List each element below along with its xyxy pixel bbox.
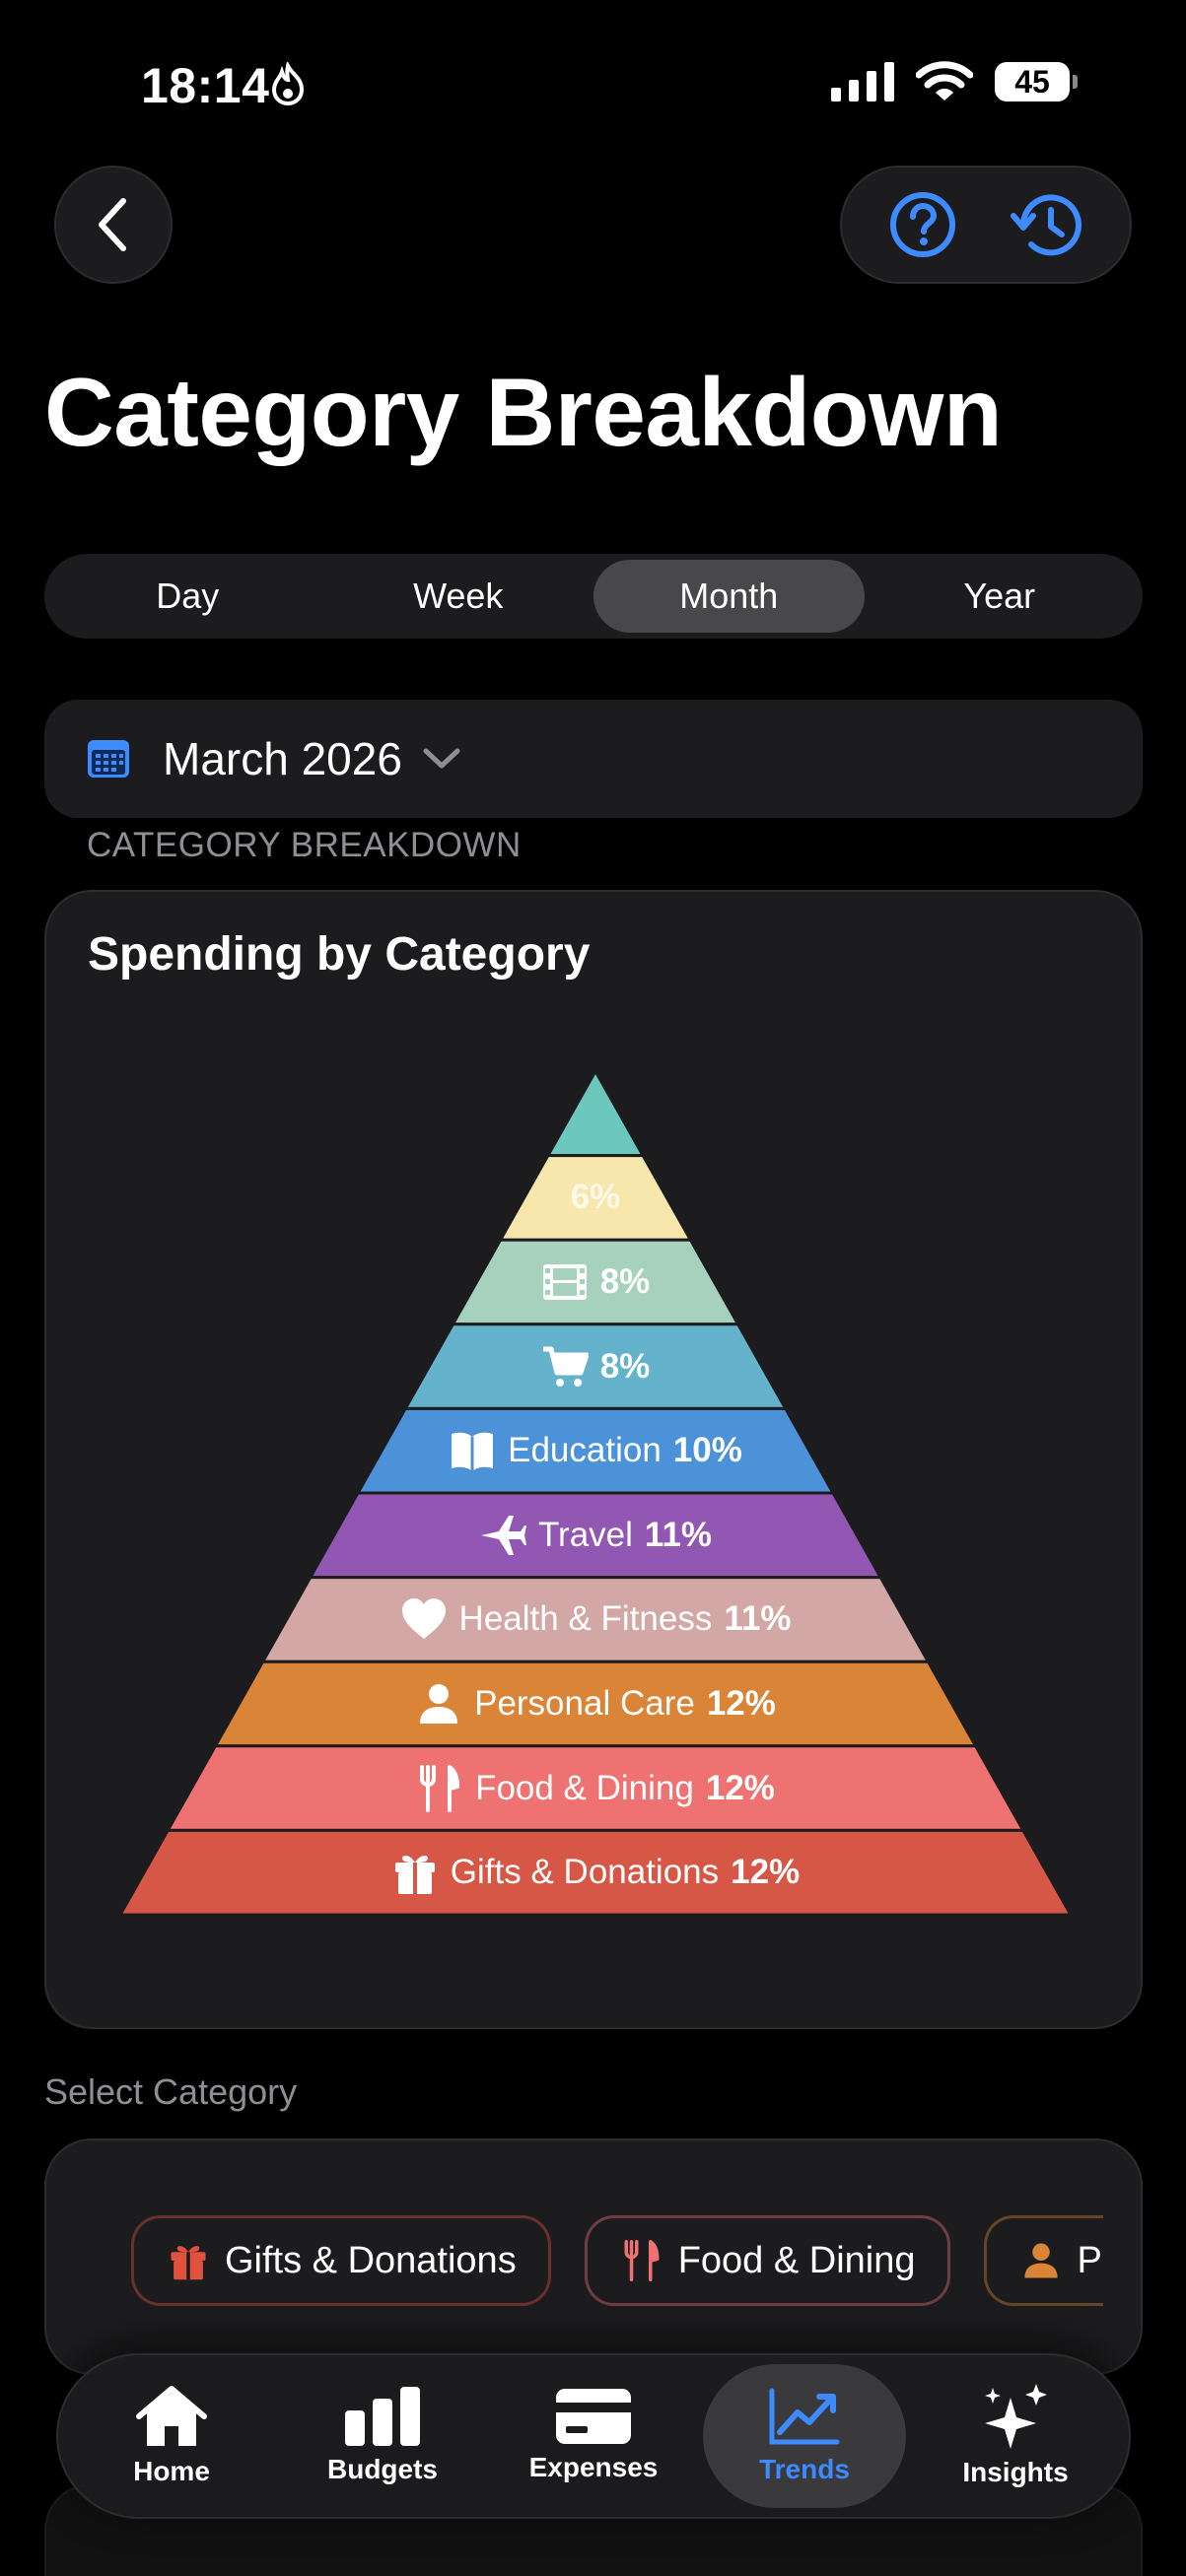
segment-label-row: 6% (46, 1164, 1145, 1231)
person-icon (1023, 2243, 1058, 2278)
category-chips: Gifts & Donations Food & Dining P (131, 2215, 1103, 2306)
segment-percent: 11% (724, 1599, 792, 1639)
book-icon (452, 1432, 494, 1472)
tab-home[interactable]: Home (70, 2364, 273, 2508)
segment-percent: 8% (599, 1346, 651, 1386)
segment-category-name: Personal Care (474, 1684, 695, 1723)
segment-category-name: Health & Fitness (458, 1599, 713, 1639)
category-chip[interactable]: Food & Dining (584, 2215, 950, 2306)
tab-bar: Home Budgets Expenses Trends Insights (56, 2353, 1131, 2519)
tab-budgets-label: Budgets (327, 2454, 438, 2484)
pyramid-segment-label: Health & Fitness 11% (46, 1586, 1145, 1653)
segment-label-row: Personal Care 12% (46, 1670, 1145, 1737)
segment-category-name: Food & Dining (475, 1768, 694, 1807)
pyramid-segment-label: 8% (46, 1333, 1145, 1400)
chevron-left-icon (99, 198, 126, 251)
tab-trends[interactable]: Trends (703, 2364, 906, 2508)
pyramid-segment-label: Food & Dining 12% (46, 1755, 1145, 1822)
utensils-icon (420, 1764, 460, 1812)
segment-label-row: Food & Dining 12% (46, 1755, 1145, 1822)
period-tab-year[interactable]: Year (865, 560, 1136, 633)
segment-percent: 6% (570, 1178, 621, 1217)
help-icon[interactable] (888, 190, 957, 259)
pyramid-segment[interactable] (545, 1067, 646, 1158)
month-picker[interactable]: March 2026 (44, 700, 1143, 818)
bar-chart-icon (345, 2387, 420, 2446)
segment-percent: 12% (706, 1684, 776, 1723)
segment-percent: 10% (672, 1431, 742, 1470)
gift-icon (394, 1856, 435, 1895)
tab-insights[interactable]: Insights (914, 2364, 1117, 2508)
page-title: Category Breakdown (44, 358, 1003, 466)
history-icon[interactable] (1010, 190, 1084, 259)
period-segmented-control: Day Week Month Year (44, 554, 1143, 639)
select-category-label: Select Category (44, 2071, 298, 2112)
film-icon (542, 1264, 587, 1300)
period-tab-day[interactable]: Day (52, 560, 323, 633)
category-chip[interactable]: Gifts & Donations (131, 2215, 551, 2306)
category-chip-label: P (1077, 2239, 1102, 2281)
tab-home-label: Home (133, 2456, 210, 2486)
segment-percent: 11% (644, 1515, 713, 1554)
segment-category-name: Travel (537, 1515, 633, 1554)
segment-label-row: 8% (46, 1333, 1145, 1400)
category-chips-card: Gifts & Donations Food & Dining P (44, 2138, 1143, 2375)
segment-category-name: Gifts & Donations (450, 1853, 720, 1892)
pyramid-segment-label: Education 10% (46, 1417, 1145, 1484)
person-icon (420, 1684, 458, 1724)
pyramid-segment-label: 8% (46, 1249, 1145, 1316)
tab-insights-label: Insights (962, 2457, 1069, 2487)
pyramid-segment-label: Travel 11% (46, 1502, 1145, 1569)
segment-label-row: Education 10% (46, 1417, 1145, 1484)
category-chip[interactable]: P (983, 2215, 1103, 2306)
pyramid-segment-label: Gifts & Donations 12% (46, 1839, 1145, 1906)
chevron-down-icon (423, 748, 460, 769)
tab-budgets[interactable]: Budgets (281, 2364, 484, 2508)
tab-expenses[interactable]: Expenses (492, 2364, 695, 2508)
tab-expenses-label: Expenses (528, 2452, 659, 2482)
selected-month: March 2026 (163, 733, 402, 784)
category-pyramid-chart: 6% 8% 8% Education 10%Travel 11%Health & F… (46, 1067, 1145, 1917)
category-chip-label: Gifts & Donations (225, 2239, 517, 2281)
status-time: 18:14 (141, 58, 270, 113)
pyramid-segment-label: Personal Care 12% (46, 1670, 1145, 1737)
battery-indicator: 45 (995, 62, 1078, 102)
cart-icon (542, 1346, 589, 1387)
segment-percent: 12% (731, 1853, 801, 1892)
sparkles-icon (985, 2384, 1047, 2449)
chips-scroll-area[interactable]: Gifts & Donations Food & Dining P (46, 2140, 1103, 2373)
segment-category-name: Education (508, 1431, 662, 1470)
period-tab-month[interactable]: Month (593, 560, 865, 633)
cellular-signal-icon (831, 62, 894, 102)
segment-label-row: 8% (46, 1249, 1145, 1316)
gift-icon (171, 2246, 206, 2280)
utensils-icon (624, 2240, 660, 2281)
spending-chart-card: Spending by Category 6% 8% 8% Education 1… (44, 890, 1143, 2029)
calendar-icon (88, 740, 129, 778)
back-button[interactable] (54, 166, 173, 284)
segment-label-row: Health & Fitness 11% (46, 1586, 1145, 1653)
screen: 18:14 45 Category Breakdown Day Week Mon… (0, 0, 1186, 2576)
section-label: CATEGORY BREAKDOWN (87, 826, 522, 864)
segment-label-row: Travel 11% (46, 1502, 1145, 1569)
segment-percent: 8% (599, 1262, 651, 1301)
heart-icon (401, 1598, 446, 1640)
header-actions (840, 166, 1132, 284)
pyramid-segment-label: 6% (46, 1164, 1145, 1231)
battery-tip (1073, 75, 1078, 89)
segment-label-row: Gifts & Donations 12% (46, 1839, 1145, 1906)
flame-icon (271, 62, 305, 105)
status-indicators: 45 (831, 61, 1078, 102)
period-tab-week[interactable]: Week (323, 560, 594, 633)
trend-line-icon (769, 2388, 840, 2445)
battery-level: 45 (995, 62, 1070, 102)
wifi-icon (916, 61, 973, 101)
segment-percent: 12% (705, 1768, 775, 1807)
tab-trends-label: Trends (759, 2454, 850, 2484)
credit-card-icon (556, 2389, 631, 2444)
category-chip-label: Food & Dining (677, 2239, 916, 2281)
home-icon (136, 2386, 207, 2446)
airplane-icon (480, 1515, 526, 1555)
